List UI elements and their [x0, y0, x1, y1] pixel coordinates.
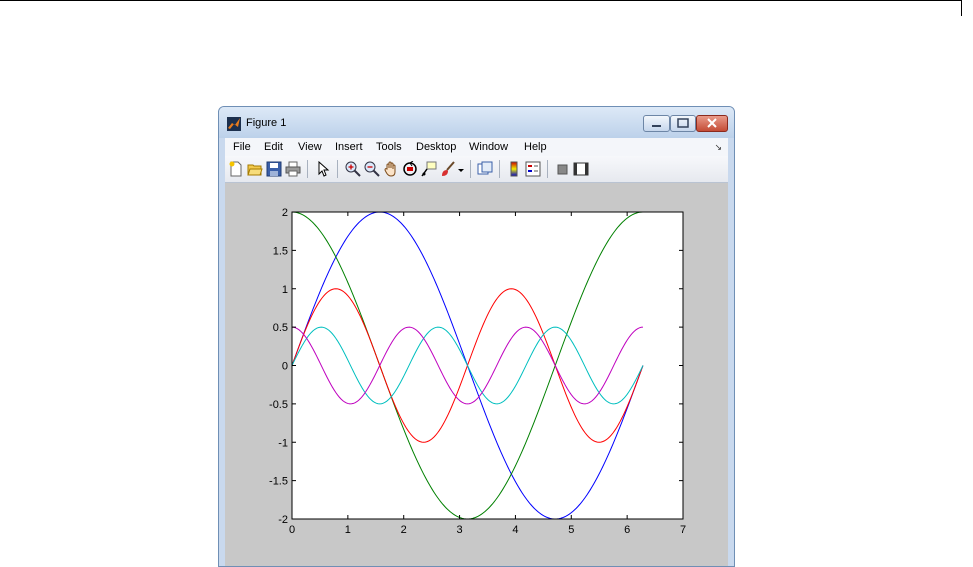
menu-window[interactable]: Window — [469, 141, 508, 153]
close-icon — [707, 118, 717, 128]
title-bar[interactable]: Figure 1 — [219, 107, 734, 138]
close-button[interactable] — [696, 115, 728, 132]
figure-canvas[interactable]: 0 1 2 3 4 5 6 7 2 1.5 1 0.5 0 -0.5 -1 -1.5 -2 — [225, 183, 728, 566]
menu-view[interactable]: View — [298, 141, 322, 153]
maximize-button[interactable] — [670, 115, 696, 132]
pan-icon[interactable] — [383, 161, 399, 177]
y-tick-label: 0 — [282, 361, 288, 373]
x-tick-label: 2 — [401, 524, 407, 536]
y-tick-label: -0.5 — [269, 399, 288, 411]
y-tick-label: 0.5 — [273, 322, 288, 334]
y-tick-label: 2 — [282, 207, 288, 219]
figure-window: Figure 1 File Edit View Insert Tools Des… — [218, 106, 735, 567]
line-chart: 0 1 2 3 4 5 6 7 2 1.5 1 0.5 0 -0.5 -1 -1.5 -2 — [269, 207, 686, 536]
toolbar-separator — [337, 160, 338, 178]
pointer-icon[interactable] — [315, 161, 331, 177]
brush-icon[interactable] — [440, 161, 456, 177]
brush-dropdown-icon[interactable] — [457, 161, 465, 177]
x-tick-label: 3 — [457, 524, 463, 536]
minimize-button[interactable] — [643, 115, 670, 132]
toolbar-separator — [499, 160, 500, 178]
y-tick-label: 1.5 — [273, 245, 288, 257]
hide-plot-tools-icon[interactable] — [554, 161, 570, 177]
y-tick-label: -1.5 — [269, 476, 288, 488]
matlab-logo-icon — [227, 117, 241, 131]
menu-insert[interactable]: Insert — [335, 141, 363, 153]
menu-edit[interactable]: Edit — [264, 141, 283, 153]
new-figure-icon[interactable] — [228, 161, 244, 177]
menu-file[interactable]: File — [233, 141, 251, 153]
y-tick-label: -2 — [278, 514, 288, 526]
link-plot-icon[interactable] — [477, 161, 493, 177]
y-tick-label: 1 — [282, 284, 288, 296]
y-tick-label: -1 — [278, 437, 288, 449]
page-top-rule — [0, 0, 962, 1]
zoom-in-icon[interactable] — [345, 161, 361, 177]
legend-icon[interactable] — [525, 161, 541, 177]
menu-dock-arrow-icon[interactable]: ↘ — [714, 142, 722, 153]
menu-help[interactable]: Help — [524, 141, 547, 153]
toolbar-separator — [307, 160, 308, 178]
menu-bar: File Edit View Insert Tools Desktop Wind… — [225, 138, 728, 157]
maximize-icon — [677, 118, 689, 128]
x-tick-label: 5 — [568, 524, 574, 536]
x-tick-label: 0 — [289, 524, 295, 536]
x-tick-label: 6 — [624, 524, 630, 536]
menu-desktop[interactable]: Desktop — [416, 141, 456, 153]
minimize-icon — [652, 125, 661, 127]
window-title: Figure 1 — [246, 117, 287, 129]
figure-toolbar — [225, 156, 728, 183]
menu-tools[interactable]: Tools — [376, 141, 402, 153]
x-tick-label: 4 — [512, 524, 518, 536]
colorbar-icon[interactable] — [506, 161, 522, 177]
rotate-3d-icon[interactable] — [402, 161, 418, 177]
save-icon[interactable] — [266, 161, 282, 177]
page-top-tick — [961, 0, 962, 16]
data-cursor-icon[interactable] — [421, 161, 437, 177]
print-icon[interactable] — [285, 161, 301, 177]
x-tick-label: 1 — [345, 524, 351, 536]
open-file-icon[interactable] — [247, 161, 263, 177]
show-plot-tools-icon[interactable] — [573, 161, 589, 177]
toolbar-separator — [470, 160, 471, 178]
toolbar-separator — [547, 160, 548, 178]
zoom-out-icon[interactable] — [364, 161, 380, 177]
x-tick-label: 7 — [680, 524, 686, 536]
